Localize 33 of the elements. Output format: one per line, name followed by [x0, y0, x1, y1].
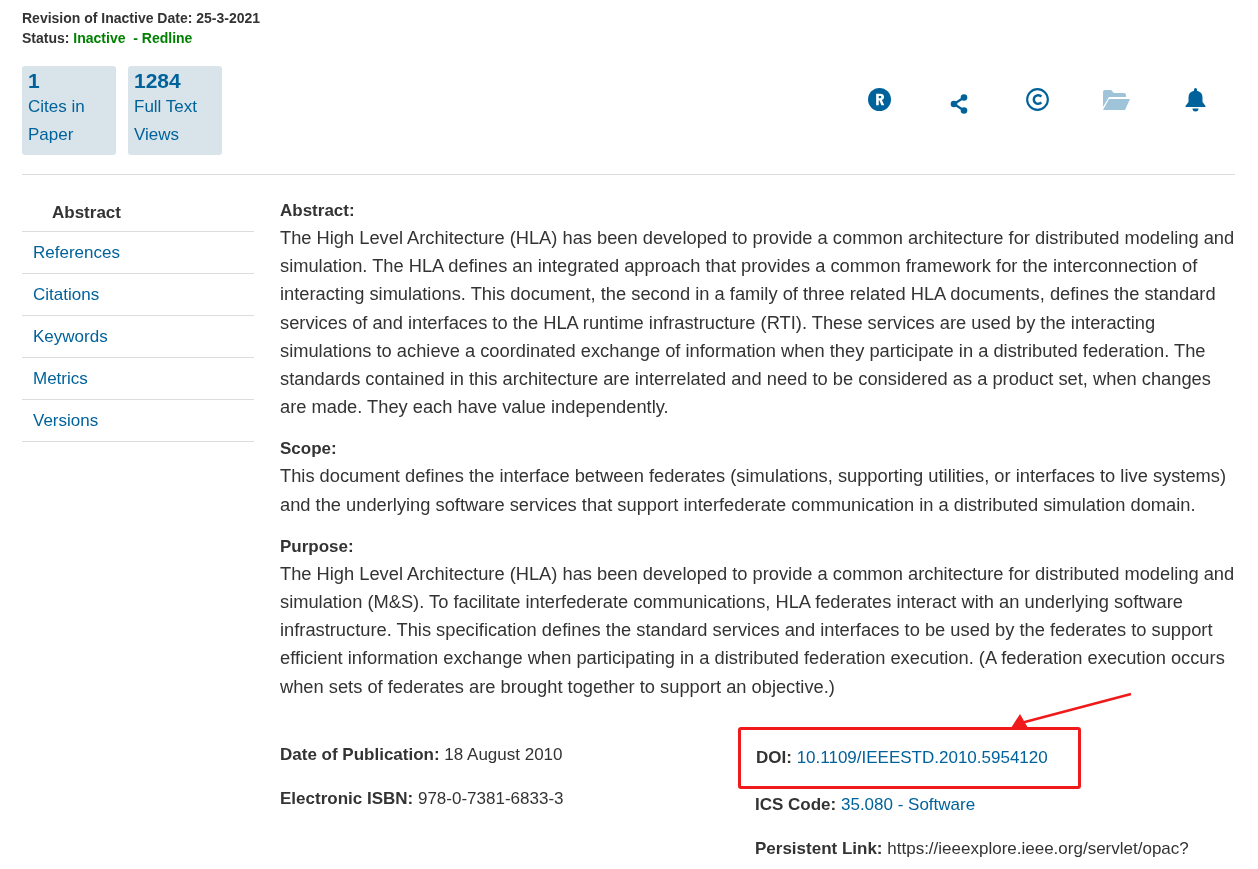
section-title: Abstract:: [280, 200, 356, 222]
section-title: Scope:: [280, 438, 338, 461]
field-label: DOI:: [756, 747, 792, 767]
copyright-icon: [1026, 88, 1049, 111]
metric-label: Cites in Paper: [28, 96, 86, 146]
field-label: ICS Code:: [755, 794, 837, 814]
metric-number: 1: [28, 69, 41, 93]
field-link[interactable]: 35.080 - Software: [840, 794, 976, 814]
sidebar-item[interactable]: Citations: [22, 274, 254, 316]
metric-number: 1284: [134, 69, 182, 93]
metric-label: Full Text Views: [134, 96, 198, 146]
section-text: The High Level Architecture (HLA) has been developed to provide a common architecture for distributed modeling and simulation. The HLA defines an integrated approach that provides a common framework for the interconnection of interacting simulations. This document, the second in a family of three related HLA documents, defines the standard services of and interfaces to the HLA runtime infrastructure (RTI). These services are used by the interacting simulations to achieve a coordinated exchange of information when they participate in a distributed federation. The standards contained in this architecture are interrelated and need to be considered as a product set, when changes are made. They each have value independently.: [280, 226, 1235, 420]
revision-date: Revision of Inactive Date: 25-3-2021: [22, 9, 262, 28]
field-value: https://ieeexplore.ieee.org/servlet/opac?: [887, 838, 1189, 858]
section-title: Purpose:: [280, 535, 355, 558]
field-label: Date of Publication:: [280, 744, 440, 764]
field-link[interactable]: 10.1109/IEEESTD.2010.5954120: [796, 747, 1048, 767]
field-value: 978-0-7381-6833-3: [417, 788, 564, 808]
sidebar-item[interactable]: Keywords: [22, 316, 254, 358]
registered-icon: [868, 88, 891, 111]
field-label: Persistent Link:: [755, 838, 883, 858]
sidebar-item[interactable]: Metrics: [22, 358, 254, 400]
section-text: The High Level Architecture (HLA) has been developed to provide a common architecture for distributed modeling and simulation (M&S). To facilitate interfederate communications, HLA federates interact with an underlying software infrastructure. This specification defines the standard services and interfaces to be used by the federates to support efficient information exchange when participating in a distributed federation execution. (A federation execution occurs when sets of federates are brought together to support an objective.): [280, 561, 1235, 699]
section-text: This document defines the interface between federates (simulations, supporting utilities, or interfaces to live systems) and the underlying software services that support interfederate communication in a distributed simulation domain.: [280, 464, 1227, 517]
field-label: Electronic ISBN:: [280, 788, 414, 808]
folder-icon: [1103, 90, 1130, 110]
sidebar-item[interactable]: Abstract: [22, 198, 254, 232]
sidebar-item[interactable]: Versions: [22, 400, 254, 442]
bell-icon: [1185, 88, 1206, 112]
status-line: Status: Inactive - Redline: [22, 29, 194, 48]
share-icon: [949, 94, 968, 114]
sidebar-item[interactable]: References: [22, 232, 254, 274]
field-value: 18 August 2010: [444, 744, 563, 764]
